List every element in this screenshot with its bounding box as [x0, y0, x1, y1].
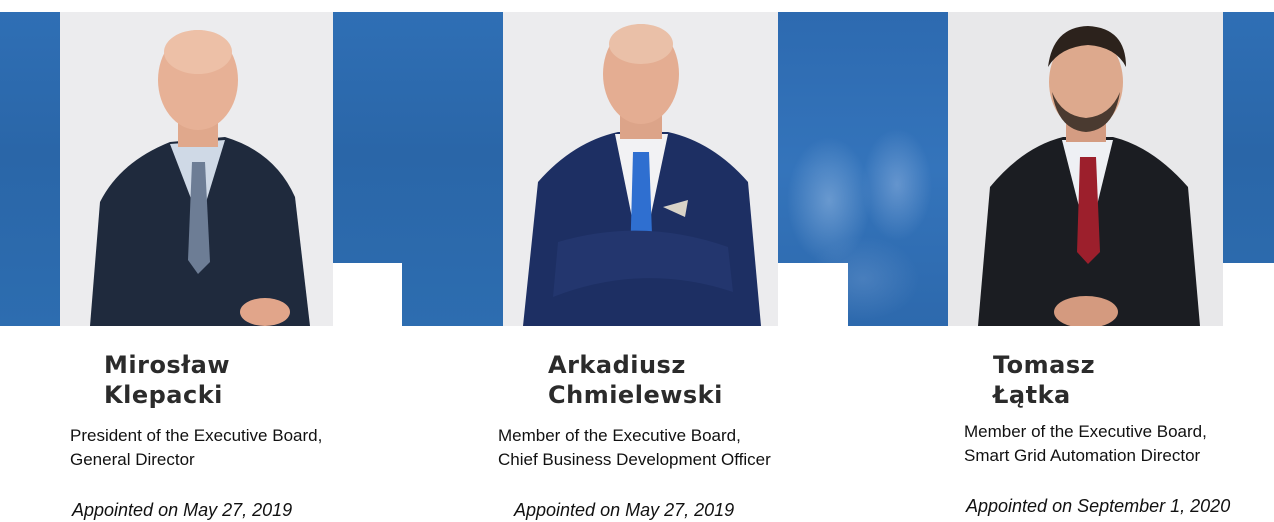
- background-panel-left: [0, 12, 60, 326]
- member-role-line1: President of the Executive Board,: [70, 426, 323, 445]
- member-name: Tomasz Łątka: [993, 350, 1095, 410]
- member-first-name: Arkadiusz: [548, 351, 686, 379]
- member-name: Arkadiusz Chmielewski: [548, 350, 723, 410]
- member-last-name: Klepacki: [104, 381, 223, 409]
- member-first-name: Mirosław: [104, 351, 230, 379]
- member-role-line2: Smart Grid Automation Director: [964, 446, 1201, 465]
- member-appointed-date: Appointed on May 27, 2019: [72, 500, 293, 520]
- member-first-name: Tomasz: [993, 351, 1096, 379]
- member-last-name: Łątka: [993, 381, 1071, 409]
- executive-board-section: Mirosław Klepacki President of the Execu…: [0, 0, 1274, 522]
- member-appointed-date: Appointed on May 27, 2019: [514, 500, 735, 520]
- member-last-name: Chmielewski: [548, 381, 723, 409]
- portrait-photo: [948, 12, 1223, 326]
- member-name: Mirosław Klepacki: [104, 350, 230, 410]
- member-role-line2: Chief Business Development Officer: [498, 450, 771, 469]
- member-role-line1: Member of the Executive Board,: [964, 422, 1207, 441]
- member-role: President of the Executive Board, Genera…: [70, 424, 322, 472]
- member-role: Member of the Executive Board, Smart Gri…: [964, 420, 1207, 468]
- member-role-line2: General Director: [70, 450, 195, 469]
- portrait-photo: [503, 12, 778, 326]
- member-appointed-date: Appointed on September 1, 2020: [966, 496, 1231, 516]
- member-role-line1: Member of the Executive Board,: [498, 426, 741, 445]
- member-role: Member of the Executive Board, Chief Bus…: [498, 424, 771, 472]
- portrait-photo: [60, 12, 333, 326]
